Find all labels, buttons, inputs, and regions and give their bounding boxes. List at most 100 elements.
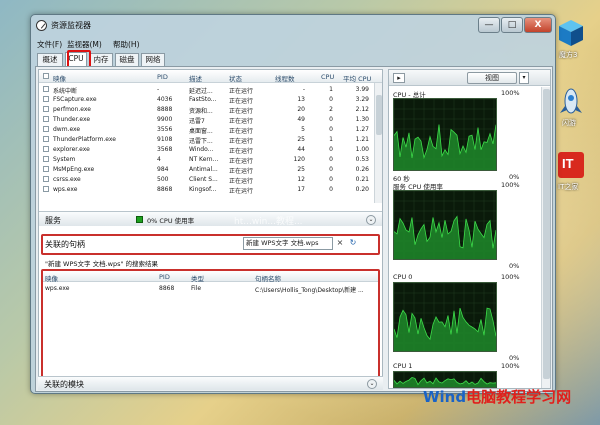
process-checkbox[interactable]: [43, 116, 49, 122]
services-section-bar[interactable]: 服务 0% CPU 使用率 ⌄: [39, 211, 382, 226]
process-status: 正在运行: [229, 168, 254, 175]
process-avg: 3.29: [355, 96, 369, 103]
column-description[interactable]: 描述: [189, 73, 202, 83]
process-desc: NT Kern...: [189, 156, 219, 163]
clear-search-icon[interactable]: ×: [335, 238, 345, 249]
process-image: explorer.exe: [53, 146, 90, 153]
process-checkbox[interactable]: [43, 176, 49, 182]
process-pid: 984: [157, 166, 169, 173]
process-checkbox[interactable]: [43, 156, 49, 162]
cube-icon: [559, 20, 583, 46]
graph-min: 0%: [509, 354, 520, 362]
menu-file[interactable]: 文件(F): [37, 39, 62, 50]
tab-overview[interactable]: 概述: [37, 53, 63, 66]
process-avg: 0.21: [355, 176, 369, 183]
handle-column-image[interactable]: 映像: [45, 273, 58, 283]
process-status: 正在运行: [229, 138, 254, 145]
view-button[interactable]: 视图: [467, 72, 517, 84]
column-cpu[interactable]: CPU: [321, 73, 334, 81]
process-pid: 3568: [157, 146, 173, 153]
process-row[interactable]: Thunder.exe 9900 迅雷7 正在运行 49 0 1.30: [39, 115, 374, 125]
desktop-icon-shanyou[interactable]: 闪游: [556, 86, 586, 134]
search-refresh-icon[interactable]: ↻: [348, 238, 358, 249]
handles-section-bar[interactable]: 关联的句柄 新建 WPS文字 文档.wps × ↻: [41, 234, 380, 255]
process-pid: 9900: [157, 116, 173, 123]
handle-column-type[interactable]: 类型: [191, 273, 204, 283]
column-status[interactable]: 状态: [229, 73, 242, 83]
close-button[interactable]: X: [524, 17, 552, 33]
process-status: 正在运行: [229, 128, 254, 135]
cpu-usage-swatch: [136, 216, 143, 223]
process-status: 正在运行: [229, 178, 254, 185]
process-pid: 3556: [157, 126, 173, 133]
tab-network[interactable]: 网络: [141, 53, 165, 66]
desktop-icon-mofang[interactable]: 魔方3: [556, 18, 586, 66]
process-pid: 8868: [157, 186, 173, 193]
process-avg: 2.12: [355, 106, 369, 113]
scrollbar-thumb[interactable]: [376, 95, 382, 135]
process-row[interactable]: FSCapture.exe 4036 FastSto... 正在运行 13 0 3.29: [39, 95, 374, 105]
process-checkbox[interactable]: [43, 186, 49, 192]
handle-type: File: [191, 285, 202, 292]
expand-modules-button[interactable]: ⌄: [367, 379, 377, 389]
process-cpu: 1: [329, 136, 333, 143]
process-status: 正在运行: [229, 108, 254, 115]
process-checkbox[interactable]: [43, 106, 49, 112]
process-pid: 9108: [157, 136, 173, 143]
modules-section-bar[interactable]: 关联的模块 ⌄: [38, 376, 383, 390]
left-pane: 映像 PID 描述 状态 线程数 CPU 平均 CPU 系统中断 - 延迟过... 正…: [38, 69, 383, 389]
process-checkbox[interactable]: [43, 86, 49, 92]
watermark-main: Windows教程: [226, 190, 354, 211]
process-checkbox[interactable]: [43, 126, 49, 132]
graph-min: 0%: [509, 262, 520, 270]
title-bar[interactable]: 资源监视器 — □ X: [31, 15, 555, 37]
process-checkbox[interactable]: [43, 96, 49, 102]
column-threads[interactable]: 线程数: [275, 73, 295, 83]
select-all-checkbox[interactable]: [43, 73, 49, 79]
handle-column-name[interactable]: 句柄名称: [255, 273, 281, 283]
process-checkbox[interactable]: [43, 146, 49, 152]
column-avg-cpu[interactable]: 平均 CPU: [343, 73, 371, 83]
process-threads: 13: [297, 96, 305, 103]
handle-search-input[interactable]: 新建 WPS文字 文档.wps: [243, 237, 333, 250]
collapse-pane-arrow-icon[interactable]: ▸: [393, 73, 405, 83]
process-row[interactable]: csrss.exe 500 Client S... 正在运行 12 0 0.21: [39, 175, 374, 185]
handle-name: C:\Users\Hollis_Tong\Desktop\新建 ...: [255, 287, 364, 294]
column-pid[interactable]: PID: [157, 73, 168, 81]
graph-pane-scrollbar[interactable]: [541, 87, 550, 388]
process-image: Thunder.exe: [53, 116, 91, 123]
watermark-bottom-part2: 电脑教程学习网: [466, 388, 572, 406]
window-title: 资源监视器: [51, 21, 91, 30]
process-avg: 1.27: [355, 126, 369, 133]
process-image: csrss.exe: [53, 176, 81, 183]
maximize-button[interactable]: □: [501, 17, 523, 33]
process-desc: Windo...: [189, 146, 214, 153]
tab-memory[interactable]: 内存: [89, 53, 113, 66]
watermark-bottom: Wind电脑教程学习网: [423, 386, 571, 407]
process-checkbox[interactable]: [43, 136, 49, 142]
process-avg: 0.53: [355, 156, 369, 163]
tab-disk[interactable]: 磁盘: [115, 53, 139, 66]
menu-monitor[interactable]: 监视器(M): [67, 39, 102, 50]
graph-title: CPU 0: [393, 273, 413, 281]
process-row[interactable]: perfmon.exe 8888 资源和... 正在运行 20 2 2.12: [39, 105, 374, 115]
process-row[interactable]: System 4 NT Kern... 正在运行 120 0 0.53: [39, 155, 374, 165]
desktop-icon-ithome[interactable]: IT IT之家: [556, 150, 586, 198]
process-table-header: 映像 PID 描述 状态 线程数 CPU 平均 CPU: [39, 70, 382, 83]
handle-row[interactable]: wps.exe 8868 File C:\Users\Hollis_Tong\D…: [43, 284, 378, 294]
minimize-button[interactable]: —: [478, 17, 500, 33]
menu-help[interactable]: 帮助(H): [113, 39, 140, 50]
expand-services-button[interactable]: ⌄: [366, 215, 376, 225]
process-row[interactable]: explorer.exe 3568 Windo... 正在运行 44 0 1.00: [39, 145, 374, 155]
process-row[interactable]: MsMpEng.exe 984 Antimal... 正在运行 25 0 0.26: [39, 165, 374, 175]
process-list-scrollbar[interactable]: [374, 83, 382, 203]
view-dropdown-arrow-icon[interactable]: ▾: [519, 72, 529, 84]
column-image[interactable]: 映像: [53, 73, 66, 83]
process-row[interactable]: dwm.exe 3556 桌面窗... 正在运行 5 0 1.27: [39, 125, 374, 135]
watermark-sub: ht...win...教程...: [234, 217, 303, 227]
process-checkbox[interactable]: [43, 166, 49, 172]
process-row[interactable]: ThunderPlatform.exe 9108 迅雷下... 正在运行 25 1 1.21: [39, 135, 374, 145]
handle-column-pid[interactable]: PID: [159, 273, 170, 281]
scrollbar-thumb[interactable]: [543, 89, 550, 379]
process-row[interactable]: 系统中断 - 延迟过... 正在运行 - 1 3.99: [39, 85, 374, 95]
